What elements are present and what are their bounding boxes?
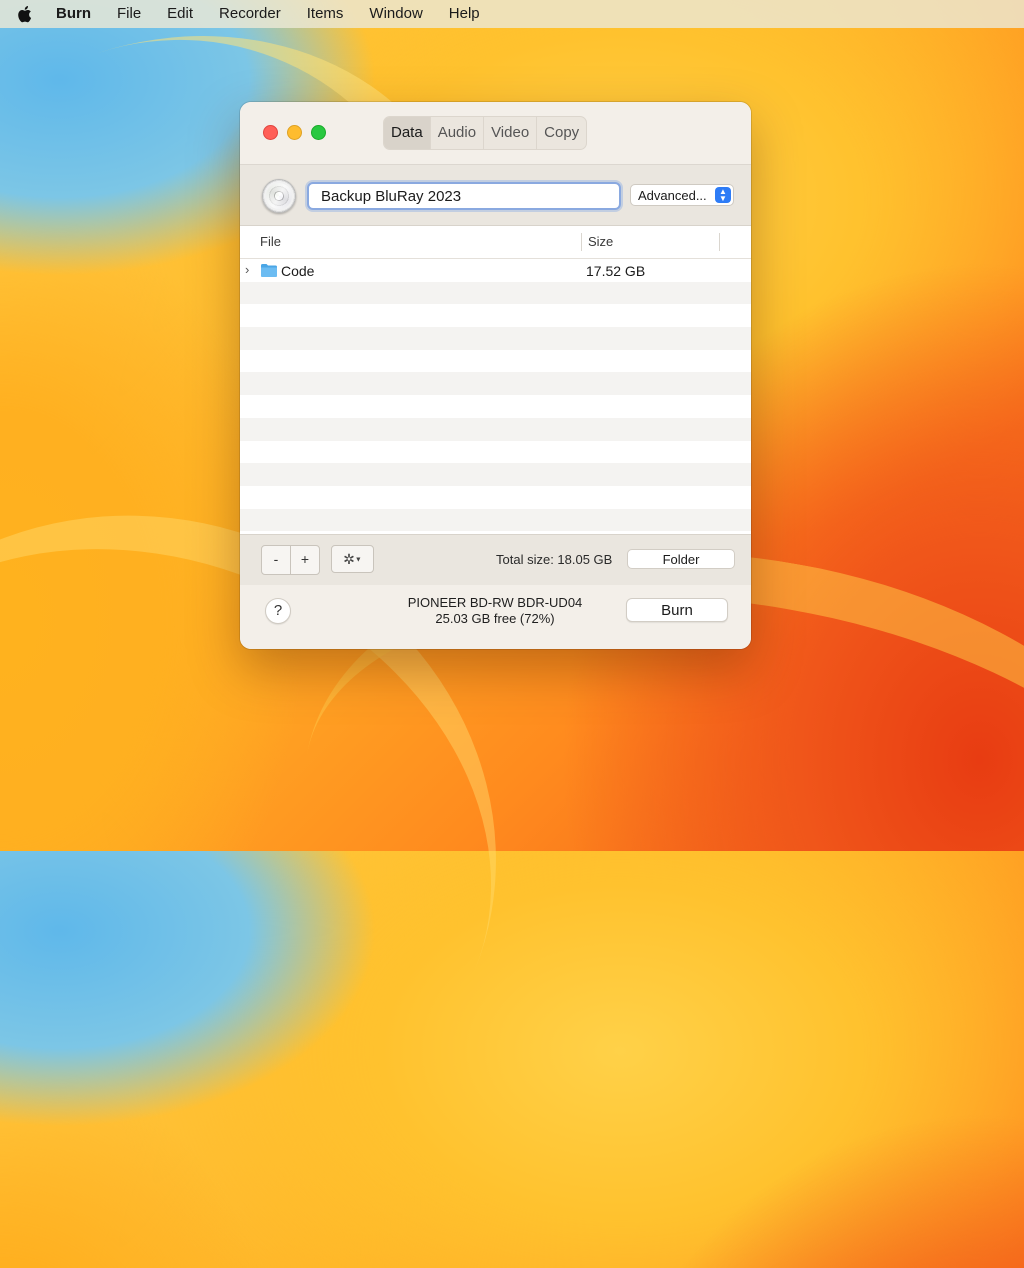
- folder-icon: [261, 264, 277, 277]
- help-button[interactable]: ?: [265, 598, 291, 624]
- table-row: [240, 463, 751, 486]
- close-window-button[interactable]: [263, 125, 278, 140]
- drive-name: PIONEER BD-RW BDR-UD04: [407, 595, 583, 610]
- table-row: [240, 395, 751, 418]
- title-bar: Data Audio Video Copy: [240, 102, 751, 165]
- table-row: [240, 441, 751, 464]
- footer-bar: ? PIONEER BD-RW BDR-UD04 25.03 GB free (…: [240, 585, 751, 649]
- menu-edit[interactable]: Edit: [154, 0, 206, 28]
- table-row: [240, 508, 751, 532]
- table-row: [240, 327, 751, 350]
- column-header-file[interactable]: File: [260, 226, 281, 258]
- total-size-label: Total size: 18.05 GB: [496, 552, 613, 567]
- menu-recorder[interactable]: Recorder: [206, 0, 294, 28]
- table-row: [240, 281, 751, 305]
- disc-icon: [262, 179, 296, 213]
- action-menu-button[interactable]: ✲▼: [331, 545, 374, 573]
- minimize-window-button[interactable]: [287, 125, 302, 140]
- menu-app-name[interactable]: Burn: [48, 0, 104, 28]
- table-row: [240, 372, 751, 396]
- advanced-popup-button[interactable]: Advanced... ▲ ▼: [630, 184, 734, 206]
- add-item-button[interactable]: +: [291, 546, 319, 574]
- advanced-label: Advanced...: [638, 187, 707, 203]
- file-name: Code: [281, 263, 315, 279]
- menu-bar: Burn File Edit Recorder Items Window Hel…: [0, 0, 1024, 28]
- bottom-toolbar: - + ✲▼ Total size: 18.05 GB Folder: [240, 534, 751, 586]
- disc-name-input[interactable]: [307, 182, 621, 210]
- menu-window[interactable]: Window: [356, 0, 435, 28]
- file-table: File Size › Code 17.52 GB: [240, 226, 751, 534]
- menu-help[interactable]: Help: [436, 0, 493, 28]
- column-separator[interactable]: [581, 233, 582, 251]
- add-remove-segment: - +: [261, 545, 320, 575]
- zoom-window-button[interactable]: [311, 125, 326, 140]
- disc-name-bar: Advanced... ▲▼: [240, 165, 751, 226]
- table-row: [240, 486, 751, 509]
- table-row: [240, 350, 751, 373]
- menu-items[interactable]: Items: [294, 0, 357, 28]
- mode-tabs: Data Audio Video Copy: [383, 116, 588, 150]
- chevron-updown-icon: ▲ ▼: [715, 187, 731, 203]
- gear-icon: ✲: [343, 551, 355, 567]
- tab-video[interactable]: Video: [484, 117, 538, 149]
- tab-data[interactable]: Data: [384, 117, 431, 149]
- burn-button[interactable]: Burn: [626, 598, 728, 622]
- table-row: [240, 304, 751, 327]
- remove-item-button[interactable]: -: [262, 546, 291, 574]
- caret-down-icon: ▼: [354, 556, 362, 564]
- column-separator[interactable]: [719, 233, 720, 251]
- column-header-size[interactable]: Size: [588, 226, 613, 258]
- tab-copy[interactable]: Copy: [537, 117, 586, 149]
- drive-info: PIONEER BD-RW BDR-UD04 25.03 GB free (72…: [380, 595, 610, 627]
- tab-audio[interactable]: Audio: [431, 117, 485, 149]
- file-size: 17.52 GB: [586, 263, 646, 279]
- disclosure-chevron-icon[interactable]: ›: [245, 262, 249, 277]
- table-rows: › Code 17.52 GB: [240, 259, 751, 534]
- table-row: [240, 417, 751, 441]
- burn-window: Data Audio Video Copy Advanced... ▲▼ Fil…: [240, 102, 751, 649]
- menu-file[interactable]: File: [104, 0, 154, 28]
- table-row[interactable]: › Code 17.52 GB: [240, 259, 751, 282]
- table-header: File Size: [240, 226, 751, 259]
- new-folder-button[interactable]: Folder: [627, 549, 735, 569]
- apple-menu-icon[interactable]: [0, 0, 48, 28]
- drive-free-space: 25.03 GB free (72%): [435, 611, 555, 626]
